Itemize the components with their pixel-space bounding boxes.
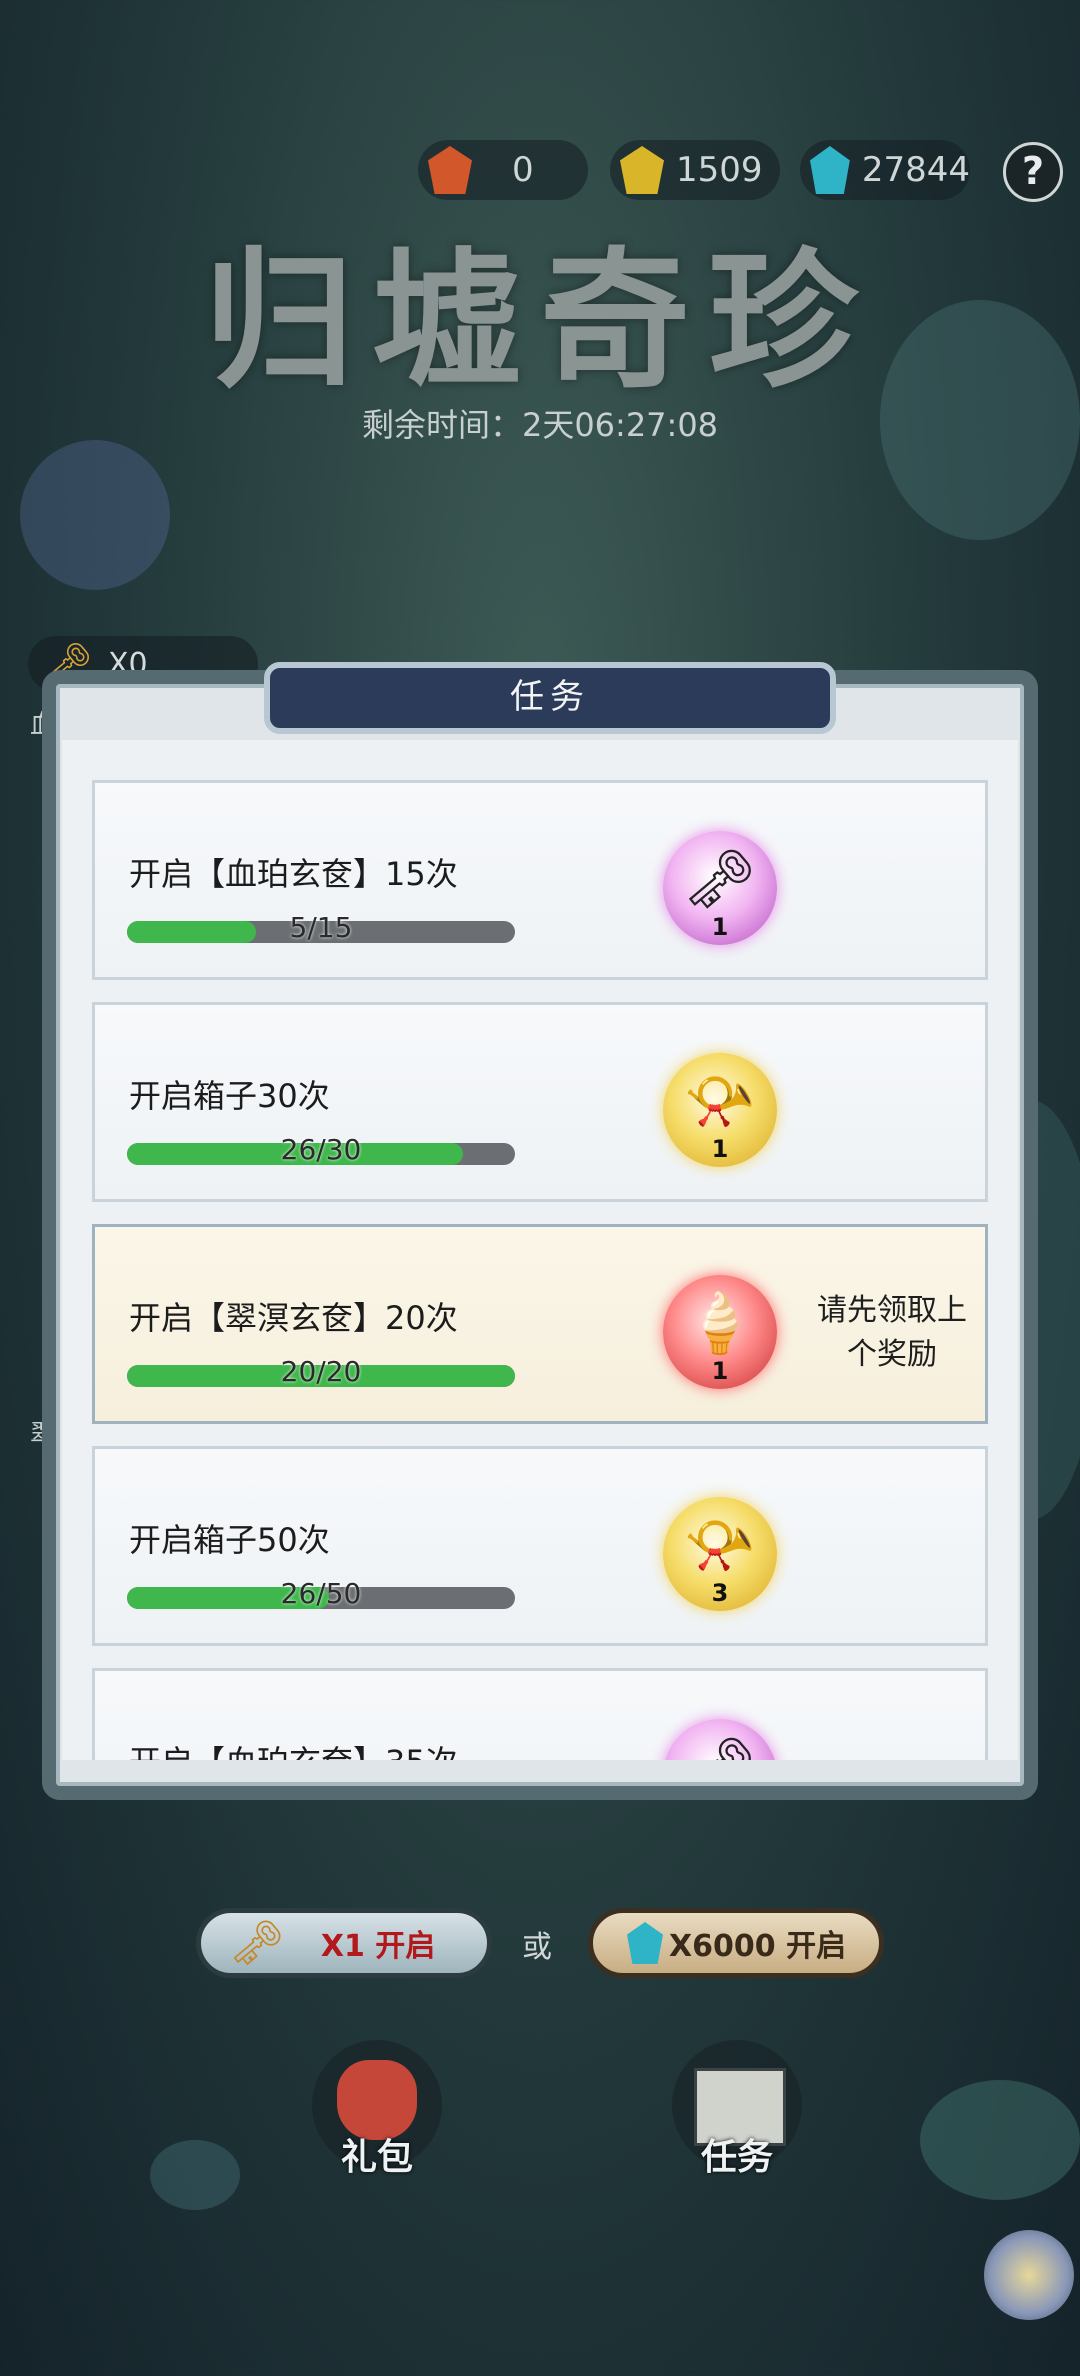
key-icon: 🗝 — [663, 1733, 777, 1760]
key-open-label: X1 开启 — [320, 1929, 436, 1964]
reward-count: 1 — [711, 1357, 729, 1385]
open-with-gems-button[interactable]: X6000 开启 — [588, 1908, 884, 1978]
remaining-time: 剩余时间：2天06:27:08 — [361, 406, 719, 444]
cone-icon: 🍦 — [683, 1289, 757, 1357]
task-label: 任务 — [700, 2137, 773, 2178]
claim-previous-note: 请先领取上个奖励 — [817, 1293, 967, 1372]
progress-text: 20/20 — [280, 1355, 362, 1388]
blue-gem-icon — [810, 146, 850, 194]
gold-gem-icon — [620, 146, 664, 194]
progress-text: 26/30 — [280, 1133, 362, 1166]
reward-count: 1 — [711, 913, 729, 941]
modal-title: 任务 — [264, 662, 836, 734]
task-title: 开启【翠溟玄奁】20次 — [129, 1299, 458, 1337]
resource-value: 0 — [512, 150, 534, 190]
task-card: 开启【血珀玄奁】15次 5/15 🗝 1 — [92, 780, 988, 980]
horn-icon: 📯 — [683, 1067, 757, 1135]
resource-value: 27844 — [861, 150, 970, 190]
reward-count: 1 — [711, 1135, 729, 1163]
progress-text: 26/50 — [280, 1577, 362, 1610]
resource-blue-gem: 27844 — [800, 140, 970, 200]
help-button[interactable]: ? — [1003, 142, 1063, 202]
key-icon: 🗝 — [683, 845, 757, 913]
blue-gem-icon — [627, 1922, 663, 1964]
resource-red-gem: 0 — [418, 140, 588, 200]
task-card: 开启箱子30次 26/30 📯 1 — [92, 1002, 988, 1202]
task-modal: 任务 开启【血珀玄奁】15次 5/15 🗝 1 开启箱子30次 26/30 📯 … — [42, 662, 1038, 1800]
task-list[interactable]: 开启【血珀玄奁】15次 5/15 🗝 1 开启箱子30次 26/30 📯 1 开… — [62, 740, 1018, 1760]
task-card: 开启【血珀玄奁】35次 🗝 — [92, 1668, 988, 1760]
gem-open-label: X6000 开启 — [669, 1929, 847, 1964]
progress-text: 5/15 — [289, 911, 353, 944]
task-title: 开启箱子30次 — [129, 1077, 330, 1115]
mushroom-decoration — [920, 2080, 1080, 2200]
resource-gold-gem: 1509 — [610, 140, 780, 200]
task-title: 开启【血珀玄奁】15次 — [129, 855, 458, 893]
reward-cone-icon[interactable]: 🍦 1 — [663, 1275, 777, 1389]
reward-horn-icon[interactable]: 📯 3 — [663, 1497, 777, 1611]
reward-horn-icon[interactable]: 📯 1 — [663, 1053, 777, 1167]
event-title: 归墟奇珍 — [203, 233, 876, 409]
open-with-key-button[interactable]: 🗝 X1 开启 — [196, 1908, 492, 1978]
or-label: 或 — [522, 1930, 552, 1965]
task-card: 开启箱子50次 26/50 📯 3 — [92, 1446, 988, 1646]
jellyfish-decoration — [150, 2140, 240, 2210]
task-card: 开启【翠溟玄奁】20次 20/20 🍦 1 请先领取上个奖励 — [92, 1224, 988, 1424]
moon-swirl-icon[interactable] — [984, 2230, 1074, 2320]
reward-key-icon[interactable]: 🗝 1 — [663, 831, 777, 945]
key-icon: 🗝 — [229, 1918, 285, 1969]
task-title: 开启箱子50次 — [129, 1521, 330, 1559]
horn-icon: 📯 — [683, 1511, 757, 1579]
reward-count: 3 — [711, 1579, 729, 1607]
resource-value: 1509 — [676, 150, 763, 190]
gift-pack-label: 礼包 — [340, 2137, 413, 2178]
coral-decoration-left — [20, 440, 170, 590]
red-gem-icon — [428, 146, 472, 194]
task-title: 开启【血珀玄奁】35次 — [129, 1737, 458, 1760]
reward-key-icon[interactable]: 🗝 — [663, 1719, 777, 1760]
